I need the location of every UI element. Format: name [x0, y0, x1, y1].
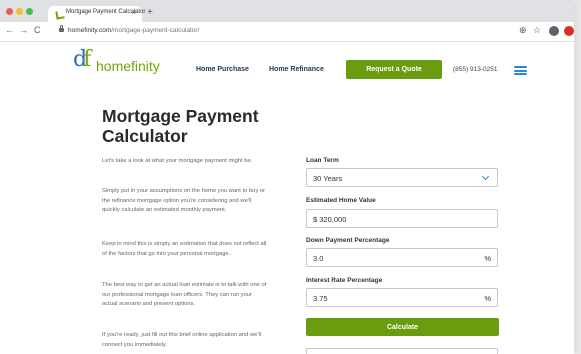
tab-strip: Mortgage Payment Calculator × + [0, 0, 574, 22]
profile-avatar-icon[interactable] [549, 26, 559, 36]
calculate-button[interactable]: Calculate [306, 318, 499, 336]
loan-term-value: 30 Years [313, 174, 343, 183]
percent-suffix: % [484, 294, 491, 303]
lock-icon [59, 25, 64, 32]
interest-rate-text: 3.75 [313, 294, 328, 303]
intro-paragraph: Let's take a look at what your mortgage … [102, 158, 253, 164]
phone-number[interactable]: (855) 913-0251 [453, 66, 497, 73]
new-tab-button[interactable]: + [147, 7, 153, 18]
address-bar-row: ← → C homefinity.com/mortgage-payment-ca… [0, 22, 574, 42]
disclaimer-paragraph: Keep in mind this is simply an estimatio… [102, 241, 267, 257]
home-value-input[interactable]: $ 320,000 [306, 209, 498, 228]
application-paragraph: If you're ready, just fill out this brie… [102, 332, 262, 348]
request-quote-button[interactable]: Request a Quote [346, 60, 442, 79]
favicon-icon [55, 10, 65, 20]
minimize-window-button[interactable] [16, 8, 23, 15]
logo-icon[interactable]: df [73, 47, 91, 73]
bookmark-star-icon[interactable]: ☆ [533, 25, 541, 36]
percent-suffix: % [484, 254, 491, 263]
nav-home-refinance[interactable]: Home Refinance [269, 66, 324, 73]
forward-button[interactable]: → [19, 25, 28, 35]
assumptions-paragraph: Simply put in your assumptions on the ho… [102, 188, 266, 213]
interest-rate-input[interactable]: 3.75 % [306, 288, 498, 307]
maximize-window-button[interactable] [26, 8, 33, 15]
home-value-label: Estimated Home Value [306, 197, 376, 204]
result-box [306, 348, 498, 354]
back-button[interactable]: ← [5, 25, 14, 35]
down-payment-label: Down Payment Percentage [306, 237, 390, 244]
zoom-icon[interactable]: ⊕ [519, 25, 527, 36]
browser-tab[interactable]: Mortgage Payment Calculator × [48, 6, 145, 22]
loan-term-select[interactable]: 30 Years [306, 168, 498, 187]
interest-rate-label: Interest Rate Percentage [306, 277, 383, 284]
url-text: homefinity.com/mortgage-payment-calculat… [68, 27, 200, 34]
down-payment-text: 3.0 [313, 254, 324, 263]
logo-text[interactable]: homefinity [96, 58, 160, 74]
nav-home-purchase[interactable]: Home Purchase [196, 66, 249, 73]
down-payment-input[interactable]: 3.0 % [306, 248, 498, 267]
url-field[interactable]: homefinity.com/mortgage-payment-calculat… [58, 25, 528, 38]
reload-button[interactable]: C [34, 25, 41, 35]
tab-close-icon[interactable]: × [131, 8, 136, 17]
loan-term-label: Loan Term [306, 157, 339, 164]
extension-icon[interactable] [564, 26, 574, 36]
menu-icon[interactable] [514, 66, 527, 75]
page-title: Mortgage Payment Calculator [102, 106, 259, 146]
loan-officer-paragraph: The best way to get an actual loan estim… [102, 282, 267, 307]
home-value-text: $ 320,000 [313, 215, 347, 224]
close-window-button[interactable] [6, 8, 13, 15]
chevron-down-icon [481, 172, 490, 181]
browser-window: Mortgage Payment Calculator × + ← → C ho… [0, 0, 574, 354]
